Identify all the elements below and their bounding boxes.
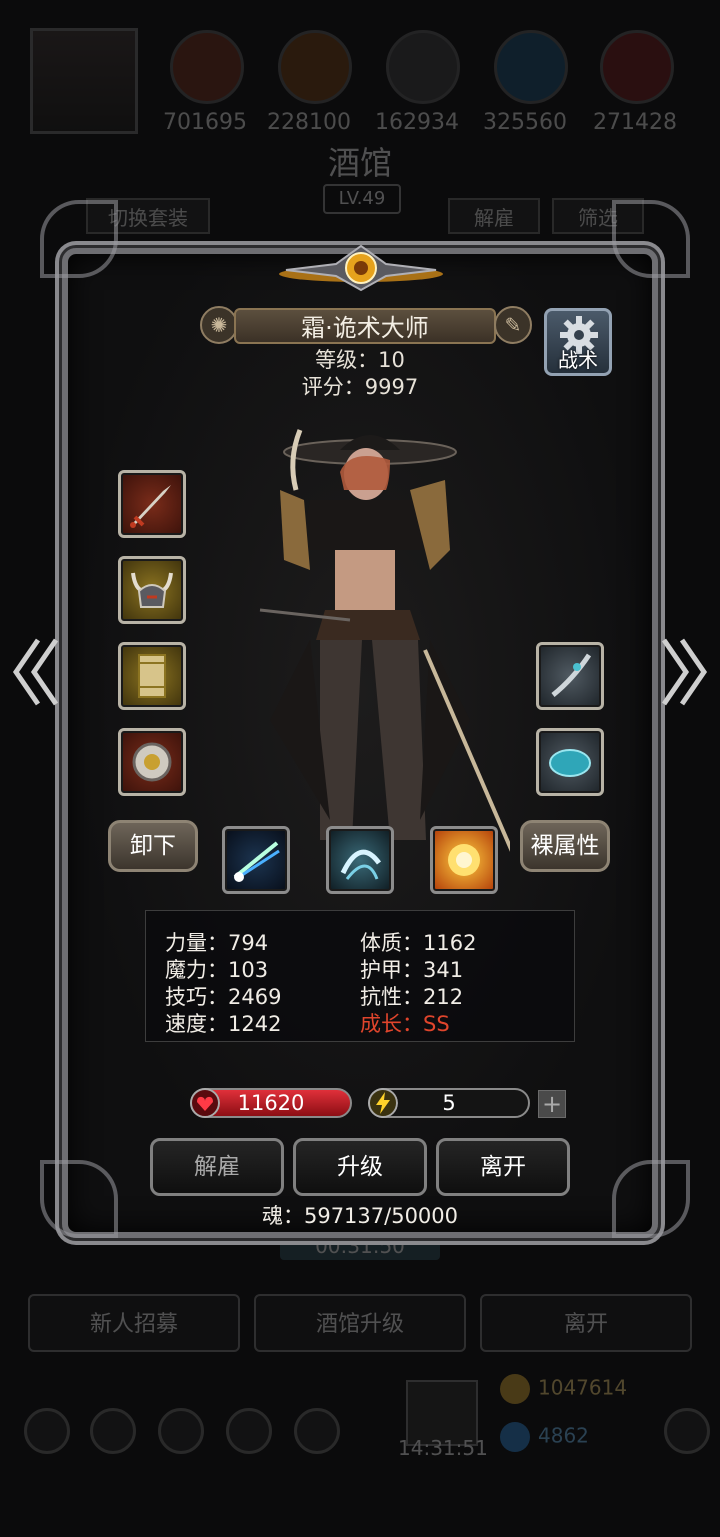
equip-slot-weapon[interactable] <box>118 470 186 538</box>
tavern-title: 酒馆 <box>327 144 392 182</box>
resource-meat-icon <box>170 30 244 104</box>
base-attributes-button[interactable]: 裸属性 <box>520 820 610 872</box>
rename-pencil-icon[interactable]: ✎ <box>494 306 532 344</box>
equip-slot-armor[interactable] <box>118 642 186 710</box>
blade-icon <box>551 653 592 697</box>
skill-slot-3[interactable] <box>430 826 498 894</box>
menu-icon[interactable] <box>226 1408 272 1454</box>
equip-slot-offhand[interactable] <box>536 642 604 710</box>
gold-icon <box>500 1374 530 1404</box>
stat-strength: 力量：794 <box>165 931 269 955</box>
whirl-slash-skill-icon <box>340 849 382 880</box>
gold-value: 1047614 <box>538 1375 628 1400</box>
stat-magic: 魔力：103 <box>165 958 269 982</box>
chest-timer: 14:31:51 <box>398 1436 488 1460</box>
upgrade-tavern-button[interactable]: 酒馆升级 <box>254 1294 466 1352</box>
horned-helmet-icon <box>131 572 173 608</box>
tavern-level: LV.49 <box>323 184 401 214</box>
light-beam-skill-icon <box>233 841 280 882</box>
resource-stone-icon <box>386 30 460 104</box>
badge-icon[interactable]: ✺ <box>200 306 238 344</box>
frame-ornament <box>40 1160 118 1238</box>
hero-score: 评分：9997 <box>301 375 419 399</box>
recruit-button[interactable]: 新人招募 <box>28 1294 240 1352</box>
equip-slot-helmet[interactable] <box>118 556 186 624</box>
amulet-icon <box>132 742 172 782</box>
dagger-icon <box>130 485 171 528</box>
stat-skill: 技巧：2469 <box>165 985 282 1009</box>
upgrade-button[interactable]: 升级 <box>293 1138 427 1196</box>
resource-value: 228100 <box>267 110 351 135</box>
stat-speed: 速度：1242 <box>165 1012 282 1036</box>
soul-counter: 魂：597137/50000 <box>261 1204 459 1228</box>
gem-value: 4862 <box>538 1423 589 1448</box>
previous-hero-arrow-icon[interactable] <box>8 634 62 710</box>
gem-icon <box>500 1422 530 1452</box>
hero-level: 等级：10 <box>315 348 405 372</box>
tactics-button[interactable]: 战术 <box>544 308 612 376</box>
menu-icon[interactable] <box>294 1408 340 1454</box>
fire-burst-skill-icon <box>448 844 480 876</box>
resource-value: 701695 <box>163 110 247 135</box>
panel-crest-icon <box>279 244 443 292</box>
gold-row: 1047614 <box>500 1374 627 1404</box>
frame-ornament <box>612 200 690 278</box>
player-avatar[interactable] <box>30 28 138 134</box>
equip-slot-gem[interactable] <box>536 728 604 796</box>
menu-icon[interactable] <box>90 1408 136 1454</box>
frame-ornament <box>612 1160 690 1238</box>
skill-slot-2[interactable] <box>326 826 394 894</box>
resource-iron-icon <box>600 30 674 104</box>
add-energy-button[interactable]: + <box>538 1090 566 1118</box>
leave-button[interactable]: 离开 <box>436 1138 570 1196</box>
lightning-icon <box>368 1088 398 1118</box>
frame-ornament <box>40 200 118 278</box>
stat-resistance: 抗性：212 <box>360 985 464 1009</box>
scroll-armor-icon <box>138 654 166 698</box>
resource-wood-icon <box>278 30 352 104</box>
heart-icon <box>190 1088 220 1118</box>
unequip-button[interactable]: 卸下 <box>108 820 198 872</box>
stat-armor: 护甲：341 <box>360 958 464 982</box>
menu-icon[interactable] <box>664 1408 710 1454</box>
tactics-label: 战术 <box>558 348 598 372</box>
resource-value: 325560 <box>483 110 567 135</box>
resource-crystal-icon <box>494 30 568 104</box>
menu-icon[interactable] <box>24 1408 70 1454</box>
bg-leave-button[interactable]: 离开 <box>480 1294 692 1352</box>
menu-icon[interactable] <box>158 1408 204 1454</box>
skill-slot-1[interactable] <box>222 826 290 894</box>
teal-gem-icon <box>549 749 591 777</box>
resource-value: 162934 <box>375 110 459 135</box>
hero-name: 霜·诡术大师 <box>234 308 496 344</box>
stat-growth: 成长：SS <box>360 1012 450 1036</box>
dismiss-button[interactable]: 解雇 <box>150 1138 284 1196</box>
stat-constitution: 体质：1162 <box>360 931 477 955</box>
next-hero-arrow-icon[interactable] <box>658 634 712 710</box>
resource-value: 271428 <box>593 110 677 135</box>
bg-dismiss-button[interactable]: 解雇 <box>448 198 540 234</box>
gem-row: 4862 <box>500 1422 589 1452</box>
equip-slot-accessory[interactable] <box>118 728 186 796</box>
